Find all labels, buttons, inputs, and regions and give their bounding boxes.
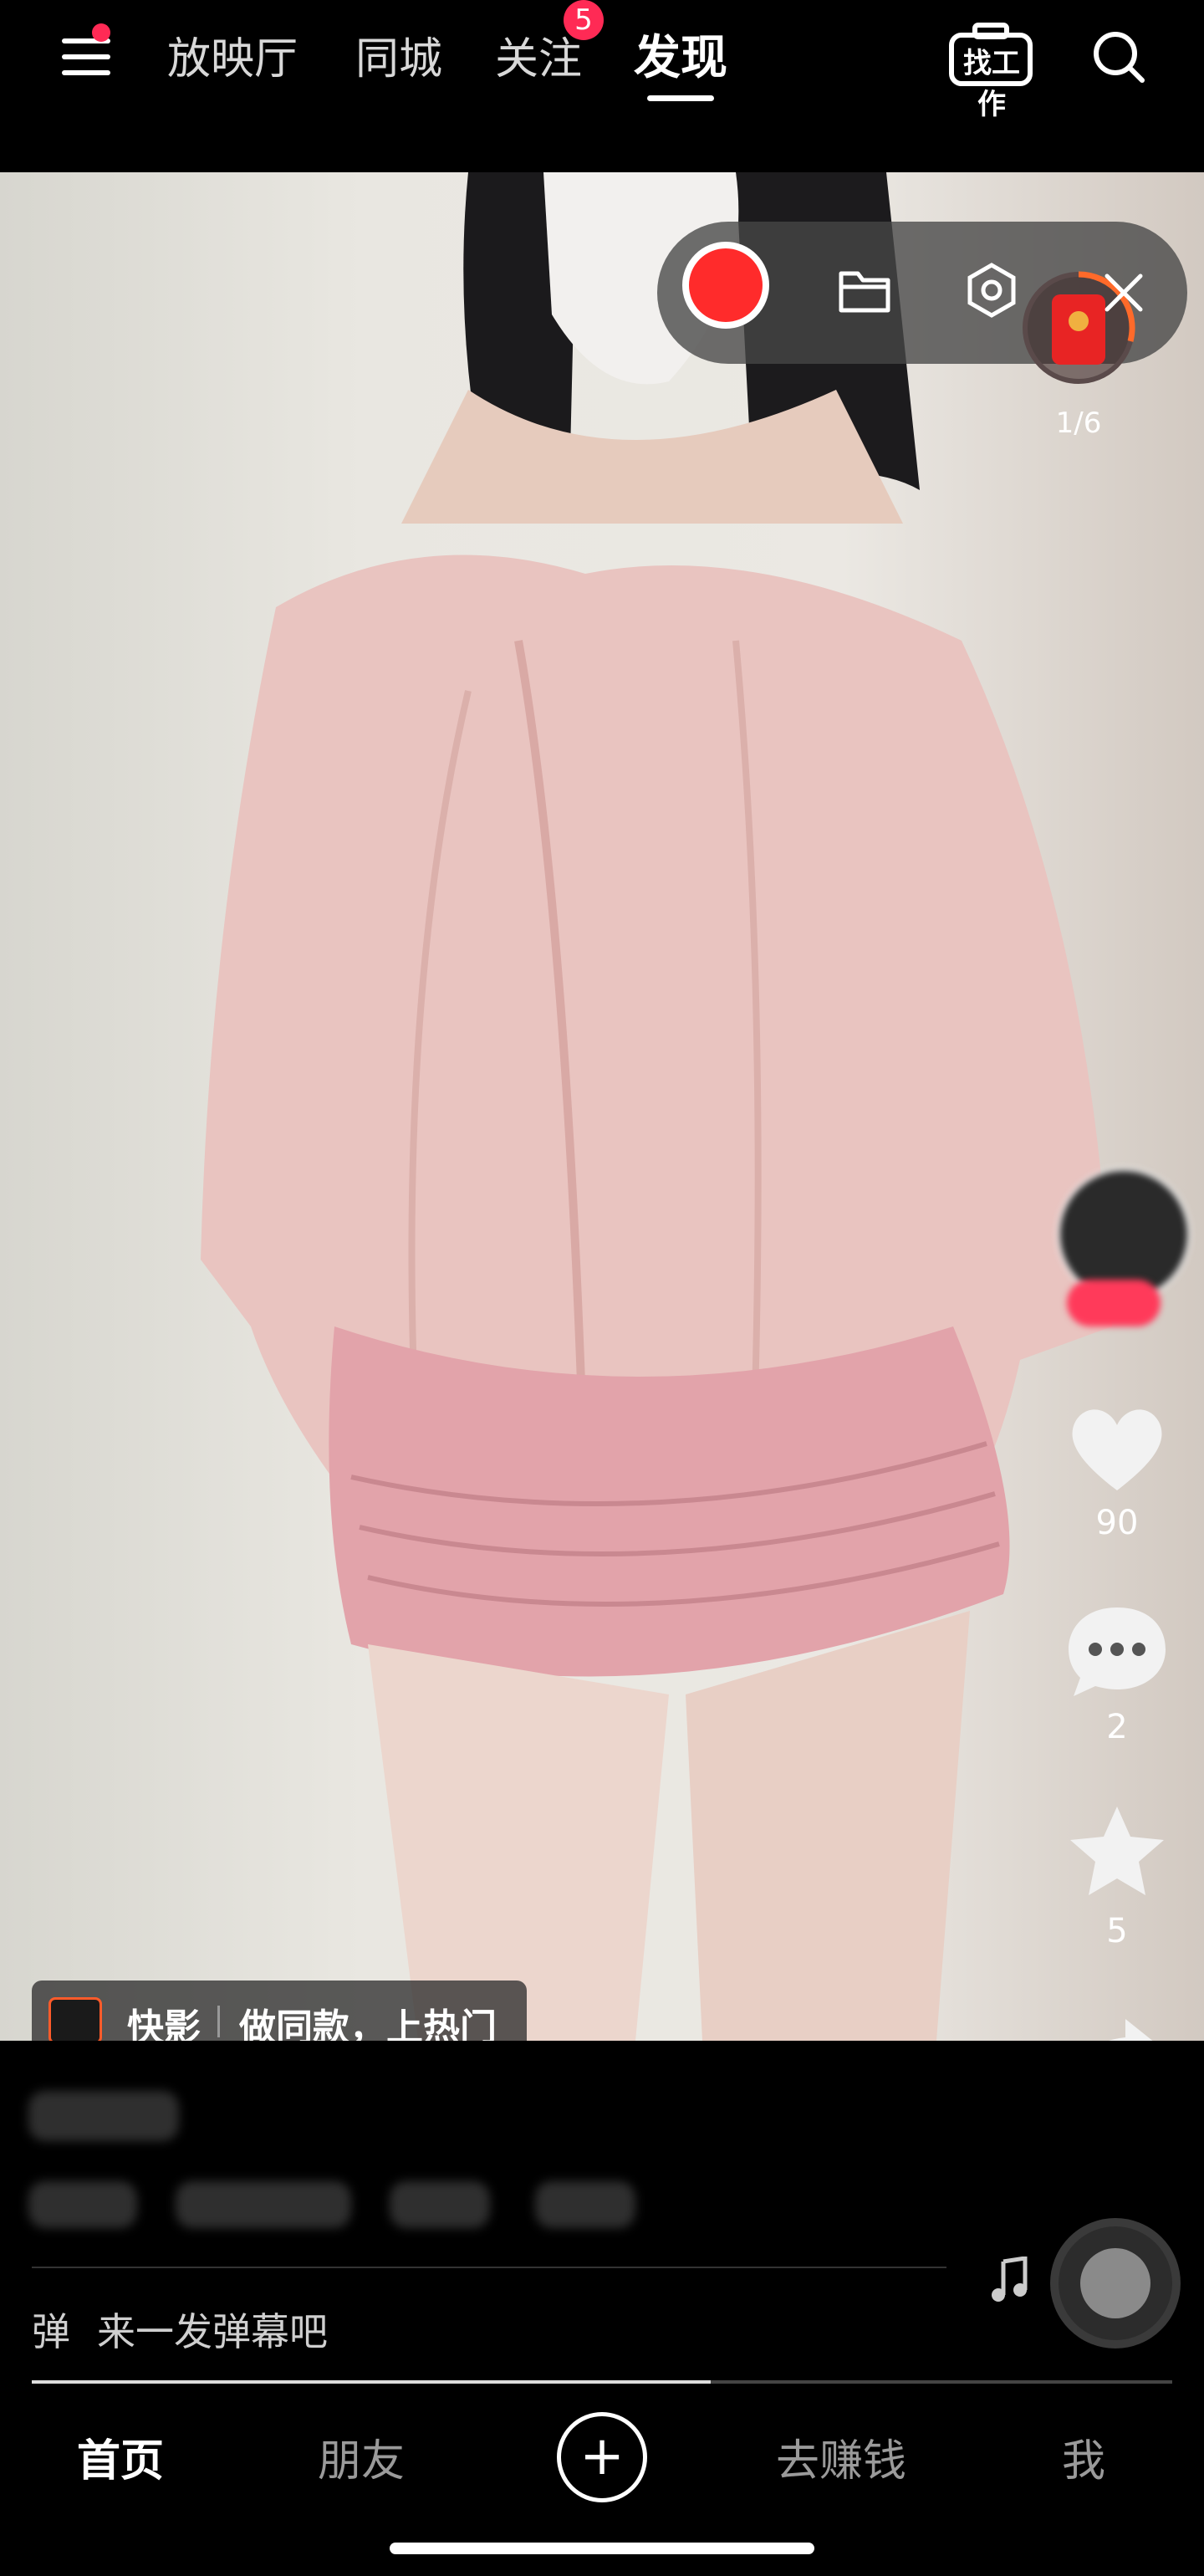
comment-count: 2 bbox=[1106, 1708, 1128, 1746]
video-progress-fill bbox=[32, 2380, 711, 2384]
music-note-icon bbox=[988, 2256, 1030, 2303]
author-name[interactable] bbox=[28, 2091, 179, 2141]
menu-notification-dot bbox=[92, 23, 110, 42]
comment-icon bbox=[1069, 1607, 1166, 1696]
caption-tag-2[interactable] bbox=[176, 2181, 351, 2228]
nav-earn[interactable]: 去赚钱 bbox=[776, 2425, 906, 2488]
job-button[interactable]: 找工作 bbox=[945, 20, 1037, 121]
tab-cinema[interactable]: 放映厅 bbox=[167, 23, 298, 86]
favorite-button[interactable] bbox=[1059, 1802, 1176, 1902]
following-badge: 5 bbox=[564, 0, 604, 40]
tab-discover[interactable]: 发现 bbox=[634, 20, 727, 88]
danmaku-input[interactable]: 来一发弹幕吧 bbox=[97, 2302, 328, 2357]
job-label: 找工作 bbox=[963, 47, 1020, 121]
create-button[interactable]: + bbox=[557, 2412, 647, 2502]
settings-icon[interactable] bbox=[963, 262, 1020, 319]
search-icon[interactable] bbox=[1090, 28, 1147, 85]
caption-divider bbox=[32, 2267, 946, 2268]
close-icon[interactable] bbox=[1100, 269, 1147, 316]
comment-button[interactable] bbox=[1059, 1601, 1176, 1701]
danmaku-icon: 弹 bbox=[32, 2309, 70, 2354]
video-progress-track[interactable] bbox=[32, 2380, 1172, 2384]
nav-me[interactable]: 我 bbox=[1062, 2425, 1105, 2488]
music-cover-avatar bbox=[1080, 2248, 1150, 2318]
tab-same-city[interactable]: 同城 bbox=[355, 23, 442, 86]
home-indicator bbox=[390, 2543, 814, 2554]
star-icon bbox=[1070, 1807, 1164, 1895]
video-frame bbox=[201, 172, 1112, 2041]
folder-icon[interactable] bbox=[836, 265, 893, 315]
nav-home[interactable]: 首页 bbox=[77, 2425, 164, 2488]
danmaku-bar[interactable]: 弹 来一发弹幕吧 bbox=[32, 2295, 946, 2357]
plus-icon: + bbox=[579, 2425, 625, 2487]
active-tab-indicator bbox=[647, 95, 714, 101]
caption-tag-4[interactable] bbox=[535, 2181, 635, 2228]
promo-divider bbox=[217, 2006, 220, 2037]
top-bar: 放映厅 同城 关注 5 发现 找工作 bbox=[0, 0, 1204, 172]
like-button[interactable] bbox=[1059, 1398, 1176, 1499]
like-count: 90 bbox=[1095, 1504, 1139, 1542]
favorite-count: 5 bbox=[1106, 1912, 1128, 1950]
record-icon[interactable] bbox=[682, 242, 769, 329]
follow-badge[interactable] bbox=[1067, 1280, 1161, 1326]
caption-tag-3[interactable] bbox=[390, 2181, 490, 2228]
heart-icon bbox=[1072, 1409, 1162, 1490]
caption-tag-1[interactable] bbox=[28, 2181, 137, 2228]
music-disc[interactable] bbox=[1050, 2218, 1181, 2349]
nav-friends[interactable]: 朋友 bbox=[318, 2425, 405, 2488]
kuaiying-logo-icon bbox=[48, 1997, 102, 2044]
video-player[interactable] bbox=[0, 172, 1204, 2041]
red-packet-progress-text: 1/6 bbox=[1055, 406, 1102, 440]
